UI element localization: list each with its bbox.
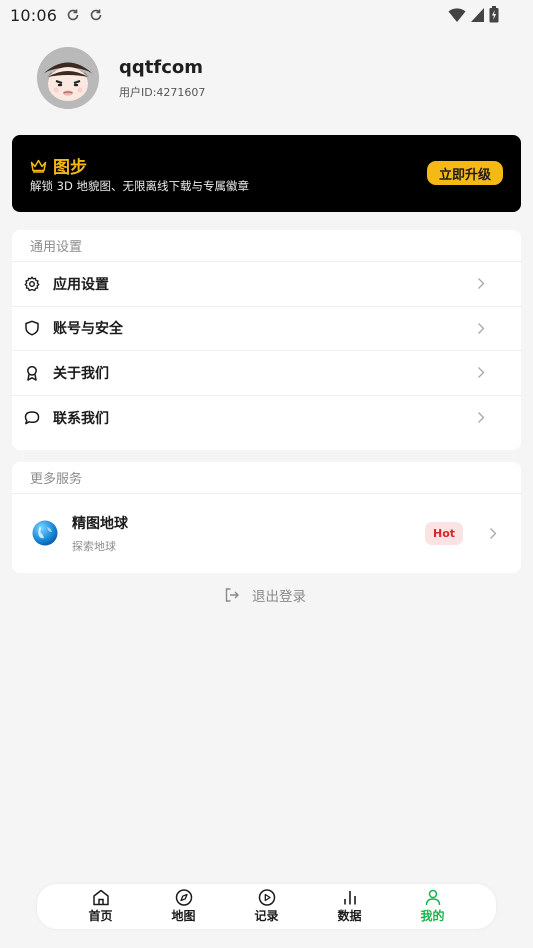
service-text: 精图地球 探索地球 [72, 513, 425, 554]
avatar[interactable] [37, 47, 99, 109]
service-subtitle: 探索地球 [72, 539, 116, 553]
hot-badge: Hot [425, 521, 463, 545]
chat-bubble-icon [24, 410, 40, 426]
nav-item-records[interactable]: 记录 [225, 884, 308, 929]
nav-label: 地图 [171, 909, 196, 923]
more-services-card: 更多服务 精图地球 探索地球 Hot [12, 462, 521, 573]
sync-icon [90, 9, 102, 21]
nav-label: 记录 [254, 909, 279, 923]
vip-title: 图步 [53, 158, 87, 178]
user-id: 用户ID:4271607 [119, 85, 206, 99]
gear-icon [24, 276, 40, 292]
nav-label: 首页 [88, 909, 113, 923]
chevron-right-icon [477, 411, 485, 424]
general-settings-card: 通用设置 应用设置 账号与安全 关于我们 联系我们 [12, 230, 521, 450]
compass-icon [175, 889, 192, 906]
logout-icon [225, 588, 239, 602]
profile-header[interactable]: qqtfcom 用户ID:4271607 [37, 47, 205, 109]
cell-signal-icon [471, 7, 484, 22]
chevron-right-icon [489, 527, 497, 540]
battery-icon [489, 6, 499, 23]
section-header: 通用设置 [12, 230, 521, 262]
profile-text: qqtfcom 用户ID:4271607 [119, 57, 205, 100]
crown-icon [30, 159, 47, 173]
chevron-right-icon [477, 322, 485, 335]
username: qqtfcom [119, 56, 203, 78]
service-item-jingtu-earth[interactable]: 精图地球 探索地球 Hot [12, 494, 521, 572]
logout-label: 退出登录 [252, 589, 306, 605]
settings-item-contact-us[interactable]: 联系我们 [12, 396, 521, 441]
wifi-icon [448, 7, 466, 22]
status-bar: 10:06 [0, 0, 533, 30]
status-time: 10:06 [10, 5, 58, 25]
person-icon [425, 889, 440, 906]
chevron-right-icon [477, 366, 485, 379]
nav-item-mine[interactable]: 我的 [391, 884, 474, 929]
shield-icon [24, 320, 40, 336]
settings-item-label: 应用设置 [53, 276, 109, 293]
award-icon [24, 365, 40, 381]
settings-item-app-settings[interactable]: 应用设置 [12, 262, 521, 307]
nav-label: 我的 [420, 909, 445, 923]
nav-item-data[interactable]: 数据 [308, 884, 391, 929]
logout-button[interactable]: 退出登录 [224, 585, 306, 605]
play-circle-icon [258, 889, 275, 906]
home-icon [92, 889, 109, 906]
settings-item-about-us[interactable]: 关于我们 [12, 351, 521, 396]
status-right-icons [448, 6, 499, 23]
bottom-nav: 首页 地图 记录 数据 我的 [37, 884, 496, 929]
nav-label: 数据 [337, 909, 362, 923]
vip-title-row: 图步 [30, 153, 87, 178]
status-sync-icons [66, 8, 103, 22]
service-title: 精图地球 [72, 515, 128, 532]
settings-item-label: 关于我们 [53, 365, 109, 382]
nav-item-map[interactable]: 地图 [142, 884, 225, 929]
nav-item-home[interactable]: 首页 [59, 884, 142, 929]
settings-item-label: 联系我们 [53, 410, 109, 427]
upgrade-button[interactable]: 立即升级 [427, 161, 503, 185]
bar-chart-icon [343, 891, 356, 905]
vip-description: 解锁 3D 地貌图、无限离线下载与专属徽章 [30, 179, 249, 193]
section-header: 更多服务 [12, 462, 521, 494]
chevron-right-icon [477, 277, 485, 290]
sync-icon [67, 9, 79, 21]
settings-item-label: 账号与安全 [53, 321, 123, 338]
globe-icon [32, 520, 58, 546]
settings-item-account-security[interactable]: 账号与安全 [12, 307, 521, 351]
